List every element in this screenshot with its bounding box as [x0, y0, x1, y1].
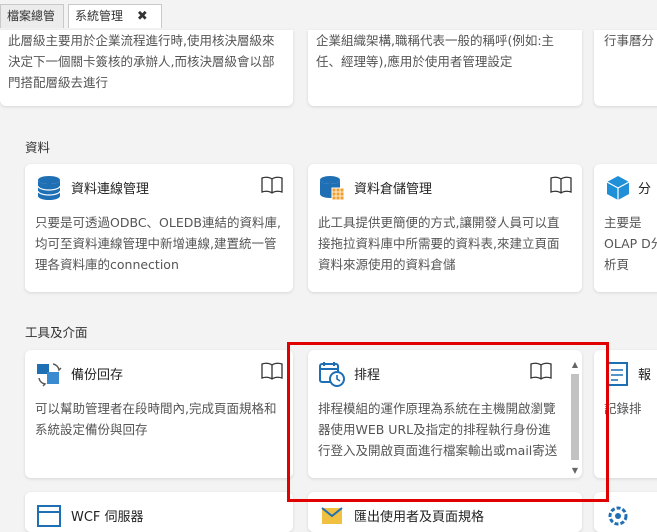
book-icon[interactable]	[530, 362, 552, 380]
card-export-users[interactable]: 匯出使用者及頁面規格	[308, 492, 582, 532]
card-description: 記錄排	[604, 401, 642, 416]
card-description: 排程模組的運作原理為系統在主機開啟瀏覽器使用WEB URL及指定的排程執行身份進…	[318, 401, 558, 458]
section-label-data: 資料	[25, 140, 51, 155]
scrollbar[interactable]: ▲ ▼	[570, 360, 580, 475]
card-job-title[interactable]: 企業組織架構,職稱代表一般的稱呼(例如:主任、經理等),應用於使用者管理設定	[308, 30, 582, 106]
tab-label: 系統管理	[75, 9, 124, 23]
card-backup-restore[interactable]: 備份回存 可以幫助管理者在段時間內,完成頁面規格和系統設定備份與回存	[25, 350, 293, 478]
card-settings[interactable]	[594, 492, 657, 532]
close-icon[interactable]: ✖	[137, 9, 148, 24]
card-title: 備份回存	[71, 368, 124, 383]
card-schedule[interactable]: 排程 排程模組的運作原理為系統在主機開啟瀏覽器使用WEB URL及指定的排程執行…	[308, 350, 582, 478]
tab-file-explorer[interactable]: 檔案總管	[0, 4, 64, 28]
card-title: 匯出使用者及頁面規格	[354, 510, 485, 525]
card-title: 排程	[354, 368, 381, 383]
card-approval-level[interactable]: 此層級主要用於企業流程進行時,使用核決層級來決定下一個關卡簽核的承辦人,而核決層…	[0, 30, 293, 106]
card-description: 只要是可透過ODBC、OLEDB連結的資料庫,均可至資料連線管理中新增連線,建置…	[35, 215, 281, 272]
export-icon	[321, 507, 343, 524]
card-wcf-server[interactable]: WCF 伺服器	[25, 492, 293, 532]
card-description: 可以幫助管理者在段時間內,完成頁面規格和系統設定備份與回存	[35, 401, 277, 437]
tab-label: 檔案總管	[7, 9, 56, 23]
card-data-connection[interactable]: 資料連線管理 只要是可透過ODBC、OLEDB連結的資料庫,均可至資料連線管理中…	[25, 164, 293, 292]
card-description: 主要是OLAP D分析頁	[604, 215, 657, 272]
server-icon	[37, 505, 61, 527]
card-title: 資料倉儲管理	[354, 182, 433, 197]
data-warehouse-icon	[320, 176, 345, 201]
card-description: 此層級主要用於企業流程進行時,使用核決層級來決定下一個關卡簽核的承辦人,而核決層…	[8, 33, 275, 90]
card-calendar[interactable]: 行事曆分	[594, 30, 657, 106]
card-analysis[interactable]: 分 主要是OLAP D分析頁	[594, 164, 657, 292]
card-description: 企業組織架構,職稱代表一般的稱呼(例如:主任、經理等),應用於使用者管理設定	[316, 33, 555, 69]
database-icon	[37, 176, 61, 200]
card-description: 此工具提供更簡便的方式,讓開發人員可以直接拖拉資料庫中所需要的資料表,來建立頁面…	[318, 215, 560, 272]
card-title: 報	[638, 368, 652, 383]
gear-icon	[608, 506, 628, 526]
card-title: 分	[638, 182, 652, 197]
tab-system-management[interactable]: 系統管理 ✖	[68, 4, 162, 28]
calendar-clock-icon	[319, 362, 345, 387]
section-label-tools: 工具及介面	[25, 325, 88, 340]
book-icon[interactable]	[550, 176, 572, 194]
card-title: WCF 伺服器	[71, 510, 144, 525]
book-icon[interactable]	[261, 362, 283, 380]
backup-icon	[37, 363, 62, 387]
card-description: 行事曆分	[604, 33, 655, 48]
tab-bar: 檔案總管 系統管理 ✖	[0, 0, 657, 30]
card-data-warehouse[interactable]: 資料倉儲管理 此工具提供更簡便的方式,讓開發人員可以直接拖拉資料庫中所需要的資料…	[308, 164, 582, 292]
scroll-up-icon[interactable]: ▲	[570, 360, 580, 369]
card-report[interactable]: 報 記錄排	[594, 350, 657, 478]
scrollbar-thumb[interactable]	[571, 374, 579, 460]
cube-icon	[606, 176, 630, 200]
report-icon	[606, 362, 628, 386]
card-title: 資料連線管理	[71, 182, 150, 197]
scroll-down-icon[interactable]: ▼	[570, 466, 580, 475]
book-icon[interactable]	[261, 176, 283, 194]
